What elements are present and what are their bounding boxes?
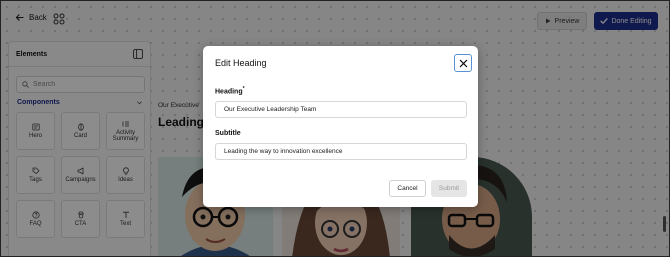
subtitle-field-label: Subtitle: [215, 130, 241, 137]
close-button[interactable]: [454, 54, 472, 72]
subtitle-input[interactable]: [215, 143, 467, 160]
cancel-button[interactable]: Cancel: [389, 180, 426, 197]
edit-heading-dialog: Edit Heading Heading* Subtitle Cancel Su…: [203, 46, 478, 207]
heading-field-label: Heading*: [215, 86, 245, 95]
dialog-title: Edit Heading: [215, 58, 267, 68]
close-icon: [459, 59, 467, 67]
submit-button[interactable]: Submit: [431, 180, 467, 197]
editor-page: Back Preview Done Editing Elements Compo…: [0, 0, 670, 257]
heading-label-text: Heading: [215, 88, 243, 96]
heading-input[interactable]: [215, 101, 467, 118]
required-asterisk: *: [242, 86, 245, 92]
